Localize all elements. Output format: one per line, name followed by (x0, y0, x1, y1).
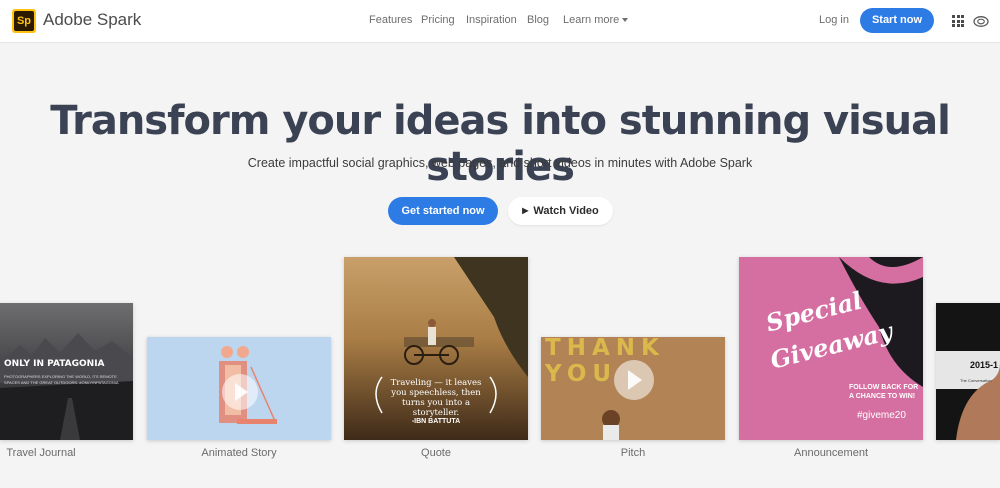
partial-card[interactable]: 2015-1 The Conversation (936, 303, 1000, 440)
top-nav-bar: Sp Adobe Spark Features Pricing Inspirat… (0, 0, 1000, 43)
announcement-card[interactable]: Special Giveaway FOLLOW BACK FOR A CHANC… (739, 257, 923, 440)
nav-inspiration[interactable]: Inspiration (466, 14, 517, 26)
watch-video-button[interactable]: ▶ Watch Video (508, 197, 613, 225)
nav-blog[interactable]: Blog (527, 14, 549, 26)
apps-grid-icon[interactable] (952, 15, 964, 27)
quote-card[interactable]: Traveling — it leaves you speechless, th… (344, 257, 528, 440)
play-icon: ▶ (522, 206, 529, 215)
hero-title: Transform your ideas into stunning visua… (50, 98, 951, 190)
login-link[interactable]: Log in (819, 14, 849, 26)
start-now-button[interactable]: Start now (860, 8, 934, 33)
animated-story-label: Animated Story (201, 447, 277, 459)
watch-video-label: Watch Video (533, 205, 599, 217)
travel-journal-card[interactable]: ONLY IN PATAGONIA PHOTOGRAPHERS EXPLORIN… (0, 303, 133, 440)
nav-learn-more[interactable]: Learn more (563, 14, 629, 26)
nav-learn-more-label: Learn more (563, 14, 620, 26)
animated-story-card[interactable] (147, 337, 331, 440)
announcement-detail-1: FOLLOW BACK FOR (849, 384, 919, 391)
animated-story-illustration (147, 337, 331, 440)
nav-features[interactable]: Features (369, 14, 412, 26)
announcement-detail-2: A CHANCE TO WIN! (849, 393, 916, 400)
adobe-spark-logo[interactable]: Sp (12, 9, 36, 33)
travel-journal-title: ONLY IN PATAGONIA (4, 359, 105, 369)
pitch-card[interactable]: THANK YOU (541, 337, 725, 440)
logo-text: Sp (14, 11, 34, 31)
laurel-wreath-icon (375, 376, 497, 414)
nav-pricing[interactable]: Pricing (421, 14, 455, 26)
hero-subtitle: Create impactful social graphics, web pa… (247, 156, 753, 170)
brand-name[interactable]: Adobe Spark (43, 10, 141, 30)
partial-card-title: 2015-1 (970, 360, 999, 370)
announcement-hashtag: #giveme20 (857, 410, 906, 421)
partial-card-subtext: The Conversation (960, 378, 992, 383)
pitch-overlay-text: THANK YOU (545, 337, 665, 387)
announcement-label: Announcement (794, 447, 868, 459)
partial-card-image (936, 303, 1000, 440)
patagonia-landscape-image (0, 303, 133, 440)
get-started-button[interactable]: Get started now (388, 197, 498, 225)
creative-cloud-icon[interactable] (973, 13, 989, 29)
pitch-label: Pitch (620, 447, 646, 459)
chevron-down-icon (622, 18, 629, 22)
quote-label: Quote (421, 447, 451, 459)
travel-journal-label: Travel Journal (6, 447, 76, 459)
travel-journal-text: PHOTOGRAPHERS EXPLORING THE WORLD, ITS R… (4, 374, 119, 385)
quote-author: -IBN BATTUTA (411, 418, 461, 425)
